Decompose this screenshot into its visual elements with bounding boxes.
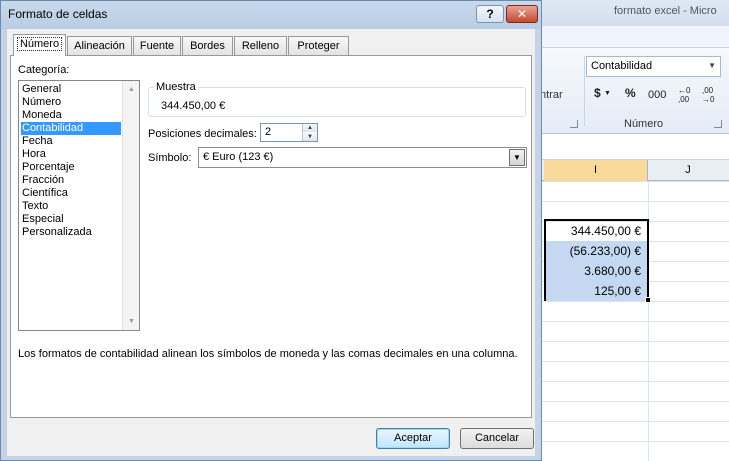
symbol-label: Símbolo:: [148, 152, 192, 164]
column-headers: I J: [540, 160, 729, 181]
column-header-i[interactable]: I: [544, 160, 648, 181]
fill-handle[interactable]: [645, 297, 651, 303]
sample-value: 344.450,00 €: [161, 100, 226, 112]
tab-panel-numero: Categoría: General Número Moneda Contabi…: [10, 55, 532, 418]
decimal-places-value[interactable]: 2: [265, 126, 271, 138]
decrease-decimals-button[interactable]: ←0 ,00: [678, 86, 698, 104]
category-item[interactable]: Fecha: [21, 135, 121, 148]
excel-titlebar: formato excel - Micro: [540, 0, 729, 26]
selected-range[interactable]: 344.450,00 € (56.233,00) € 3.680,00 € 12…: [544, 219, 649, 301]
tab-alineacion[interactable]: Alineación: [67, 36, 132, 55]
currency-format-button[interactable]: $: [594, 86, 601, 100]
tab-bordes[interactable]: Bordes: [182, 36, 233, 55]
tab-numero[interactable]: Número: [13, 34, 66, 56]
decimal-places-spinbox[interactable]: 2 ▲ ▼: [260, 123, 318, 142]
dialog-body: Número Alineación Fuente Bordes Relleno …: [7, 29, 535, 456]
category-item[interactable]: Hora: [21, 148, 121, 161]
decimal-places-spinner[interactable]: ▲ ▼: [302, 124, 317, 141]
number-format-value: Contabilidad: [591, 60, 653, 72]
thousands-separator-button[interactable]: 000: [648, 89, 666, 101]
category-item[interactable]: General: [21, 83, 121, 96]
column-header-j[interactable]: J: [648, 160, 728, 181]
cancel-button[interactable]: Cancelar: [460, 428, 534, 449]
category-item[interactable]: Especial: [21, 213, 121, 226]
category-listbox[interactable]: General Número Moneda Contabilidad Fecha…: [18, 80, 140, 331]
category-item-selected[interactable]: Contabilidad: [21, 122, 121, 135]
number-format-dropdown[interactable]: Contabilidad ▼: [586, 56, 721, 77]
decimal-places-label: Posiciones decimales:: [148, 128, 257, 140]
tab-fuente[interactable]: Fuente: [133, 36, 181, 55]
increase-decimals-button[interactable]: ,00 →0: [702, 86, 724, 104]
category-item[interactable]: Científica: [21, 187, 121, 200]
dialog-title: Formato de celdas: [8, 7, 108, 21]
symbol-dropdown[interactable]: € Euro (123 €) ▼: [198, 147, 527, 168]
chevron-down-icon[interactable]: ▼: [509, 149, 525, 166]
close-button[interactable]: ✕: [506, 5, 538, 23]
dialog-titlebar[interactable]: Formato de celdas ? ✕: [1, 1, 541, 29]
format-description: Los formatos de contabilidad alinean los…: [18, 348, 518, 360]
scroll-up-icon[interactable]: ▲: [123, 81, 140, 98]
tab-label: Número: [16, 37, 63, 51]
dialog-launcher-icon[interactable]: [714, 120, 722, 128]
category-item[interactable]: Texto: [21, 200, 121, 213]
chevron-down-icon[interactable]: ▼: [604, 90, 611, 97]
merge-center-button[interactable]: ntrar: [540, 89, 563, 101]
ribbon-tabs-strip: [540, 26, 729, 48]
cell[interactable]: 125,00 €: [546, 281, 647, 301]
category-item[interactable]: Número: [21, 96, 121, 109]
chevron-down-icon: ▼: [708, 61, 716, 70]
spin-up-icon[interactable]: ▲: [303, 124, 317, 132]
cell[interactable]: (56.233,00) €: [546, 241, 647, 261]
excel-ribbon: ntrar Contabilidad ▼ $ ▼ % 000 ←0 ,00 ,0…: [540, 26, 729, 134]
symbol-value: € Euro (123 €): [203, 151, 274, 163]
scroll-down-icon[interactable]: ▼: [123, 313, 140, 330]
ok-button[interactable]: Aceptar: [376, 428, 450, 449]
cell[interactable]: 3.680,00 €: [546, 261, 647, 281]
category-scrollbar[interactable]: ▲ ▼: [122, 81, 139, 330]
formula-bar: [540, 134, 729, 160]
format-cells-dialog: Formato de celdas ? ✕ Número Alineación …: [0, 0, 542, 461]
category-item[interactable]: Fracción: [21, 174, 121, 187]
ribbon-group-separator: [584, 56, 585, 126]
help-button[interactable]: ?: [476, 5, 504, 23]
category-label: Categoría:: [18, 64, 70, 76]
category-item[interactable]: Porcentaje: [21, 161, 121, 174]
spin-down-icon[interactable]: ▼: [303, 133, 317, 141]
number-group-label: Número: [624, 118, 664, 130]
category-item[interactable]: Personalizada: [21, 226, 121, 239]
tab-proteger[interactable]: Proteger: [288, 36, 349, 55]
percent-style-button[interactable]: %: [625, 86, 636, 100]
sample-label: Muestra: [154, 81, 198, 93]
category-item[interactable]: Moneda: [21, 109, 121, 122]
excel-window-title: formato excel - Micro: [614, 5, 717, 17]
dialog-launcher-icon[interactable]: [570, 120, 578, 128]
cell[interactable]: 344.450,00 €: [546, 221, 647, 241]
tab-relleno[interactable]: Relleno: [234, 36, 287, 55]
